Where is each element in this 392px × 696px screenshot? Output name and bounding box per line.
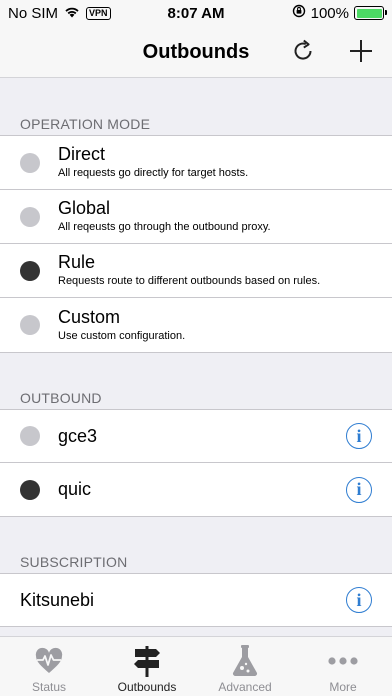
mode-description: All reqeusts go through the outbound pro… xyxy=(58,221,271,233)
navigation-bar: Outbounds xyxy=(0,28,392,78)
tab-status[interactable]: Status xyxy=(0,637,98,696)
mode-title: Direct xyxy=(58,144,106,164)
section-header-subscription: SUBSCRIPTION xyxy=(20,554,128,570)
status-bar: No SIM VPN 8:07 AM 100% xyxy=(0,0,392,28)
mode-row-custom[interactable]: Custom Use custom configuration. xyxy=(0,298,392,352)
subscription-name: Kitsunebi xyxy=(20,589,95,610)
refresh-icon xyxy=(290,38,316,69)
tab-outbounds[interactable]: Outbounds xyxy=(98,637,196,696)
radio-icon xyxy=(20,426,40,446)
radio-selected-icon xyxy=(20,479,40,500)
tab-label: More xyxy=(329,680,357,694)
more-dots-icon xyxy=(325,643,361,679)
mode-row-direct[interactable]: Direct All requests go directly for targ… xyxy=(0,136,392,190)
signpost-icon xyxy=(129,643,165,679)
outbounds-list[interactable]: OPERATION MODE Direct All requests go di… xyxy=(0,79,392,636)
mode-title: Global xyxy=(58,198,111,218)
info-icon[interactable]: i xyxy=(346,587,372,613)
battery-icon xyxy=(354,6,387,20)
mode-title: Custom xyxy=(58,306,121,327)
outbound-name: gce3 xyxy=(58,425,98,446)
mode-description: Use custom configuration. xyxy=(58,329,186,342)
tab-advanced[interactable]: Advanced xyxy=(196,637,294,696)
radio-icon xyxy=(20,206,40,227)
subscription-group: Kitsunebi i xyxy=(0,573,392,627)
plus-icon xyxy=(349,39,373,68)
orientation-lock-icon xyxy=(292,4,306,22)
heart-pulse-icon xyxy=(31,643,67,679)
operation-mode-group: Direct All requests go directly for targ… xyxy=(0,135,392,353)
outbound-row-gce3[interactable]: gce3 i xyxy=(0,410,392,463)
mode-title: Rule xyxy=(58,252,96,272)
subscription-row-kitsunebi[interactable]: Kitsunebi i xyxy=(0,574,392,626)
tab-more[interactable]: More xyxy=(294,637,392,696)
info-icon[interactable]: i xyxy=(346,476,372,503)
mode-row-global[interactable]: Global All reqeusts go through the outbo… xyxy=(0,190,392,244)
refresh-button[interactable] xyxy=(288,38,318,68)
battery-percent: 100% xyxy=(310,4,349,22)
mode-description: All requests go directly for target host… xyxy=(58,167,249,179)
status-right: 100% xyxy=(292,4,387,22)
section-header-operation-mode: OPERATION MODE xyxy=(20,116,151,132)
outbound-row-quic[interactable]: quic i xyxy=(0,463,392,516)
outbound-group: gce3 i quic i xyxy=(0,409,392,517)
tab-bar: Status Outbounds Advanced More xyxy=(0,636,392,696)
tab-label: Outbounds xyxy=(117,680,177,694)
tab-label: Status xyxy=(31,680,67,694)
add-outbound-button[interactable] xyxy=(346,38,376,68)
info-icon[interactable]: i xyxy=(346,423,372,449)
mode-row-rule[interactable]: Rule Requests route to different outboun… xyxy=(0,244,392,298)
radio-icon xyxy=(20,152,40,173)
page-title: Outbounds xyxy=(142,41,250,63)
outbound-name: quic xyxy=(58,479,92,499)
radio-icon xyxy=(20,315,40,335)
flask-icon xyxy=(227,643,263,679)
tab-label: Advanced xyxy=(218,680,272,694)
radio-selected-icon xyxy=(20,260,40,281)
mode-description: Requests route to different outbounds ba… xyxy=(58,275,321,287)
section-header-outbound: OUTBOUND xyxy=(20,390,102,406)
